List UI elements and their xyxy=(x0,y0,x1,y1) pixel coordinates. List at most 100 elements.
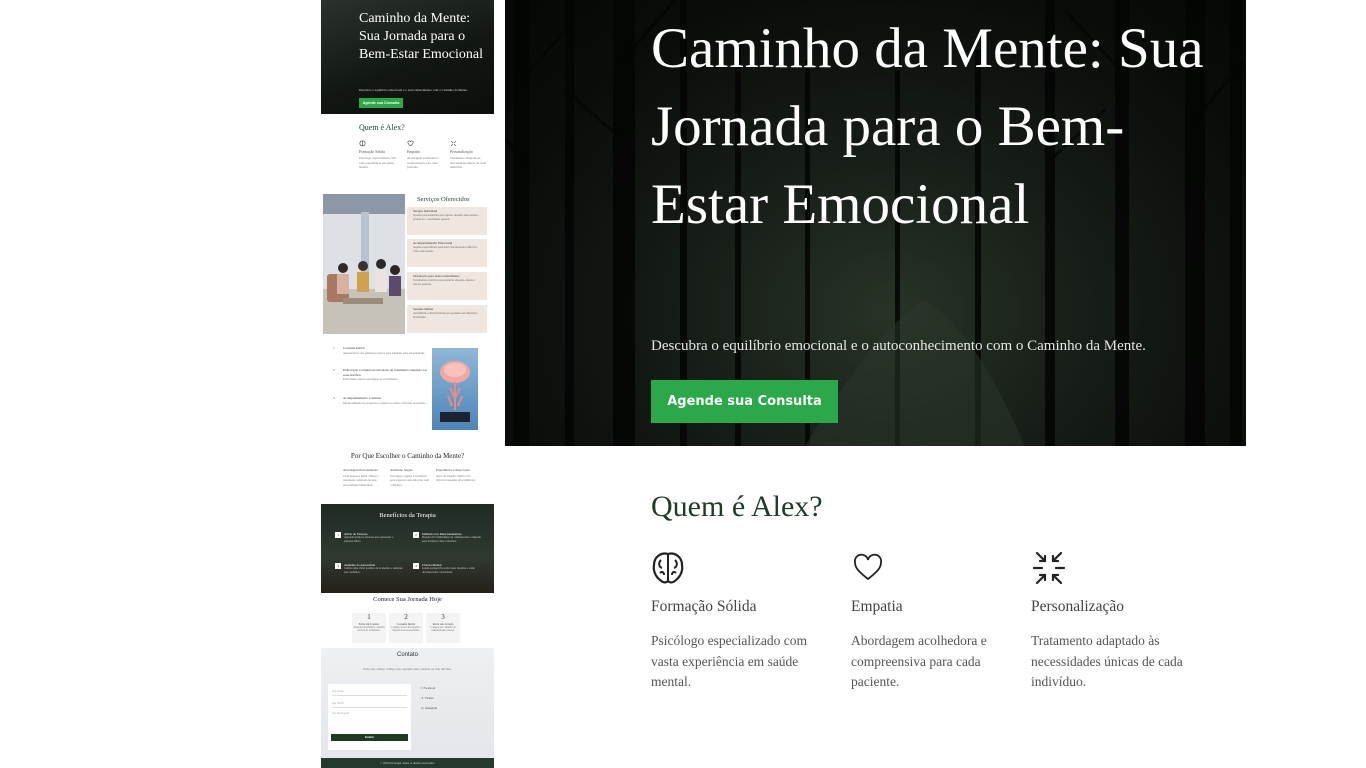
heart-icon xyxy=(854,553,882,581)
thumb-feature-title: Formação Sólida xyxy=(359,150,385,154)
benefit-item: 3 Aumento da Autoestima Cultive uma visã… xyxy=(335,563,403,575)
hero-subtitle: Descubra o equilíbrio emocional e o auto… xyxy=(651,338,1146,354)
service-card-desc: Suporte especializado para lidar com mom… xyxy=(413,246,478,253)
thumb-feature-desc: Abordagem acolhedora e compreensiva para… xyxy=(407,156,440,169)
social-link-twitter[interactable]: ✦ Twitter xyxy=(421,696,434,700)
thumb-services-section: Serviços Oferecidos Terapia Individual S… xyxy=(321,194,494,344)
therapy-room-image xyxy=(323,194,405,334)
thumb-hero: Caminho da Mente: Sua Jornada para o Bem… xyxy=(321,0,494,114)
why-item-title: Experiência Comprovada xyxy=(436,468,470,472)
feature-title: Formação Sólida xyxy=(651,598,757,615)
hero-section: Caminho da Mente: Sua Jornada para o Bem… xyxy=(505,0,1246,446)
step-desc: Apresentação dos primeiros passos para e… xyxy=(343,350,425,355)
brain-icon xyxy=(359,140,366,147)
thumb-footer: © 2024 Psicologia. Todos os direitos res… xyxy=(321,758,494,768)
feature-personalizacao: Personalização Tratamento adaptado às ne… xyxy=(1031,550,1201,693)
arrows-inward-icon xyxy=(450,140,457,147)
benefit-desc: Ganhe perspectiva sobre seus desafios e … xyxy=(422,566,475,574)
thumb-benefits-section: Benefícios da Terapia 1 Alívio do Estres… xyxy=(321,504,494,593)
name-field[interactable]: Seu Nome xyxy=(332,688,407,696)
thumb-feature: Personalização Tratamento adaptado às ne… xyxy=(450,140,488,170)
journey-step-number: 3 xyxy=(441,613,445,621)
process-step: 1 Consulta Inicial Apresentação dos prim… xyxy=(333,346,429,355)
feature-title: Personalização xyxy=(1031,598,1124,615)
step-number: 1 xyxy=(333,346,335,350)
step-desc: Monitoramento do progresso e ajustes no … xyxy=(343,400,427,405)
facebook-label: Facebook xyxy=(423,686,436,690)
thumb-contact-subtitle: Entre em contato comigo para agendar uma… xyxy=(363,667,452,671)
why-item-desc: Anos de atuação clínica com técnicas bas… xyxy=(436,474,476,483)
thumb-about-section: Quem é Alex? Formação Sólida Psicólogo e… xyxy=(321,114,494,194)
benefit-desc: Desenvolva habilidades de comunicação e … xyxy=(422,535,481,543)
benefit-number: 4 xyxy=(413,563,419,569)
send-button[interactable]: Enviar xyxy=(331,734,408,741)
why-item-desc: Um espaço seguro e acolhedor para explor… xyxy=(390,474,429,487)
message-field[interactable]: Sua Mensagem xyxy=(332,712,407,730)
benefit-item: 4 Clareza Mental Ganhe perspectiva sobre… xyxy=(413,563,481,575)
thumb-feature: Empatia Abordagem acolhedora e compreens… xyxy=(407,140,445,170)
journey-step-desc: Conheça nossa abordagem e discuta suas n… xyxy=(391,626,421,633)
brain-icon xyxy=(652,552,684,584)
benefit-number: 3 xyxy=(335,563,341,569)
step-number: 3 xyxy=(333,396,335,400)
feature-formacao: Formação Sólida Psicólogo especializado … xyxy=(651,550,821,693)
contact-form: Seu Nome Seu Email Sua Mensagem Enviar xyxy=(328,684,411,750)
benefit-number: 2 xyxy=(413,532,419,538)
twitter-label: Twitter xyxy=(425,696,434,700)
thumb-hero-title: Caminho da Mente: Sua Jornada para o Bem… xyxy=(359,11,484,62)
journey-step-desc: Comece seu caminho de transformação pess… xyxy=(430,626,456,633)
thumb-journey-section: Comece Sua Jornada Hoje 1 Entre em Conta… xyxy=(321,593,494,648)
thumb-about-title: Quem é Alex? xyxy=(359,123,405,132)
thumb-hero-subtitle: Descubra o equilíbrio emocional e o auto… xyxy=(359,88,468,92)
feature-desc: Tratamento adaptado às necessidades únic… xyxy=(1031,633,1183,689)
thumb-feature-title: Personalização xyxy=(450,150,473,154)
benefit-item: 1 Alívio do Estresse Aprenda técnicas ef… xyxy=(335,532,403,544)
journey-step: 1 Entre em Contato Agende sua primeira c… xyxy=(352,613,386,643)
social-link-facebook[interactable]: f Facebook xyxy=(421,686,435,690)
why-item-desc: Cada pessoa é única. Ofereço tratamento … xyxy=(343,474,379,487)
step-title: Elaboração Conjunta de um plano de trata… xyxy=(343,368,427,377)
benefit-number: 1 xyxy=(335,532,341,538)
feature-title: Empatia xyxy=(851,598,903,615)
service-card-desc: Sessões personalizadas para superar desa… xyxy=(413,214,479,221)
thumb-feature: Formação Sólida Psicólogo especializado … xyxy=(359,140,397,170)
feature-desc: Abordagem acolhedora e compreensiva para… xyxy=(851,633,987,689)
hero-title: Caminho da Mente: Sua Jornada para o Bem… xyxy=(651,17,1204,236)
thumb-journey-title: Comece Sua Jornada Hoje xyxy=(373,596,442,603)
instagram-label: Instagram xyxy=(425,706,438,710)
step-desc: Elaboramos juntos estratégias de crescim… xyxy=(343,377,399,381)
social-link-instagram[interactable]: ◎ Instagram xyxy=(421,706,437,710)
thumb-services-title: Serviços Oferecidos xyxy=(417,196,470,203)
journey-step-number: 1 xyxy=(367,613,371,621)
journey-step-number: 2 xyxy=(404,613,408,621)
service-card: Orientação para Autoconhecimento Ferrame… xyxy=(407,272,487,300)
thumb-why-section: Por Que Escolher o Caminho da Mente? Abo… xyxy=(321,448,494,504)
about-title: Quem é Alex? xyxy=(651,490,823,523)
feature-empatia: Empatia Abordagem acolhedora e compreens… xyxy=(851,550,1011,693)
benefit-desc: Aprenda técnicas eficazes para gerenciar… xyxy=(344,535,394,543)
benefit-item: 2 Melhoria nos Relacionamentos Desenvolv… xyxy=(413,532,481,544)
page-thumbnail[interactable]: Caminho da Mente: Sua Jornada para o Bem… xyxy=(321,0,494,768)
journey-step-desc: Agende sua primeira consulta através do … xyxy=(353,626,385,633)
thumb-contact-section: Contato Entre em contato comigo para age… xyxy=(321,648,494,758)
service-card: Terapia Individual Sessões personalizada… xyxy=(407,207,487,235)
brain-sculpture-image xyxy=(432,348,478,430)
thumb-why-title: Por Que Escolher o Caminho da Mente? xyxy=(350,452,465,460)
email-field[interactable]: Seu Email xyxy=(332,700,407,708)
schedule-consultation-button[interactable]: Agende sua Consulta xyxy=(651,380,838,423)
why-item: Ambiente Seguro Um espaço seguro e acolh… xyxy=(390,468,430,487)
thumb-contact-title: Contato xyxy=(396,652,418,658)
why-item: Experiência Comprovada Anos de atuação c… xyxy=(436,468,476,483)
why-item-title: Abordagem Personalizada xyxy=(343,468,378,472)
service-card-desc: Ferramentas e técnicas para explorar emo… xyxy=(413,279,476,286)
thumb-feature-desc: Psicólogo especializado com vasta experi… xyxy=(359,156,396,169)
step-number: 2 xyxy=(333,368,335,372)
journey-step: 3 Inicie sua Jornada Comece seu caminho … xyxy=(426,613,460,643)
service-card: Acompanhamento Emocional Suporte especia… xyxy=(407,239,487,267)
thumb-feature-title: Empatia xyxy=(407,150,420,154)
thumb-cta-button[interactable]: Agende sua Consulta xyxy=(359,98,403,108)
why-item: Abordagem Personalizada Cada pessoa é ún… xyxy=(343,468,383,487)
process-step: 2 Elaboração Conjunta de um plano de tra… xyxy=(333,368,429,381)
why-item-title: Ambiente Seguro xyxy=(390,468,414,472)
feature-desc: Psicólogo especializado com vasta experi… xyxy=(651,633,807,689)
